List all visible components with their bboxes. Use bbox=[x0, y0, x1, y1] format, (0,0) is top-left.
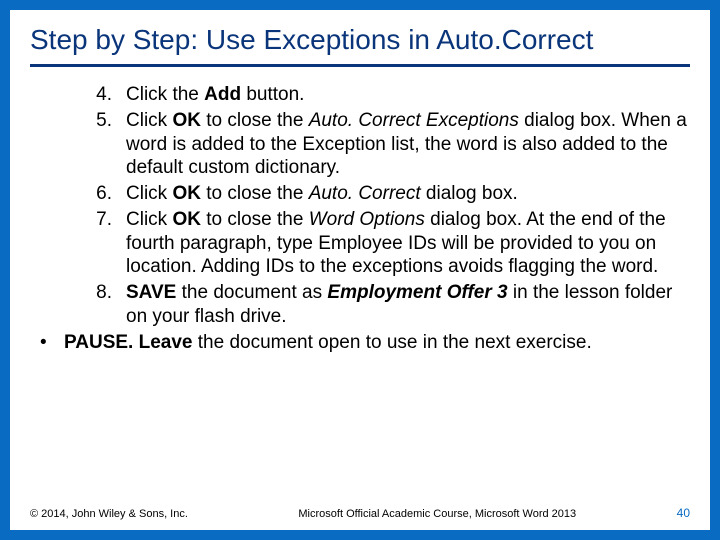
bullet-text: PAUSE. Leave the document open to use in… bbox=[64, 331, 690, 355]
item-text: Click OK to close the Word Options dialo… bbox=[126, 208, 690, 279]
footer-page-number: 40 bbox=[677, 506, 690, 520]
item-text: Click OK to close the Auto. Correct dial… bbox=[126, 182, 690, 206]
item-number: 4. bbox=[92, 83, 126, 107]
list-item: 5. Click OK to close the Auto. Correct E… bbox=[92, 109, 690, 180]
bullet-item: • PAUSE. Leave the document open to use … bbox=[30, 331, 690, 355]
item-number: 7. bbox=[92, 208, 126, 279]
slide-body: 4. Click the Add button. 5. Click OK to … bbox=[30, 83, 690, 354]
slide-title: Step by Step: Use Exceptions in Auto.Cor… bbox=[30, 24, 690, 67]
item-text: Click the Add button. bbox=[126, 83, 690, 107]
list-item: 6. Click OK to close the Auto. Correct d… bbox=[92, 182, 690, 206]
item-text: Click OK to close the Auto. Correct Exce… bbox=[126, 109, 690, 180]
footer-copyright: © 2014, John Wiley & Sons, Inc. bbox=[30, 508, 188, 520]
item-number: 6. bbox=[92, 182, 126, 206]
numbered-list: 4. Click the Add button. 5. Click OK to … bbox=[30, 83, 690, 329]
list-item: 4. Click the Add button. bbox=[92, 83, 690, 107]
bullet-mark: • bbox=[40, 331, 64, 355]
item-number: 5. bbox=[92, 109, 126, 180]
footer: © 2014, John Wiley & Sons, Inc. Microsof… bbox=[30, 506, 690, 520]
footer-course: Microsoft Official Academic Course, Micr… bbox=[188, 508, 677, 520]
slide: Step by Step: Use Exceptions in Auto.Cor… bbox=[0, 0, 720, 540]
list-item: 7. Click OK to close the Word Options di… bbox=[92, 208, 690, 279]
item-text: SAVE the document as Employment Offer 3 … bbox=[126, 281, 690, 329]
list-item: 8. SAVE the document as Employment Offer… bbox=[92, 281, 690, 329]
item-number: 8. bbox=[92, 281, 126, 329]
